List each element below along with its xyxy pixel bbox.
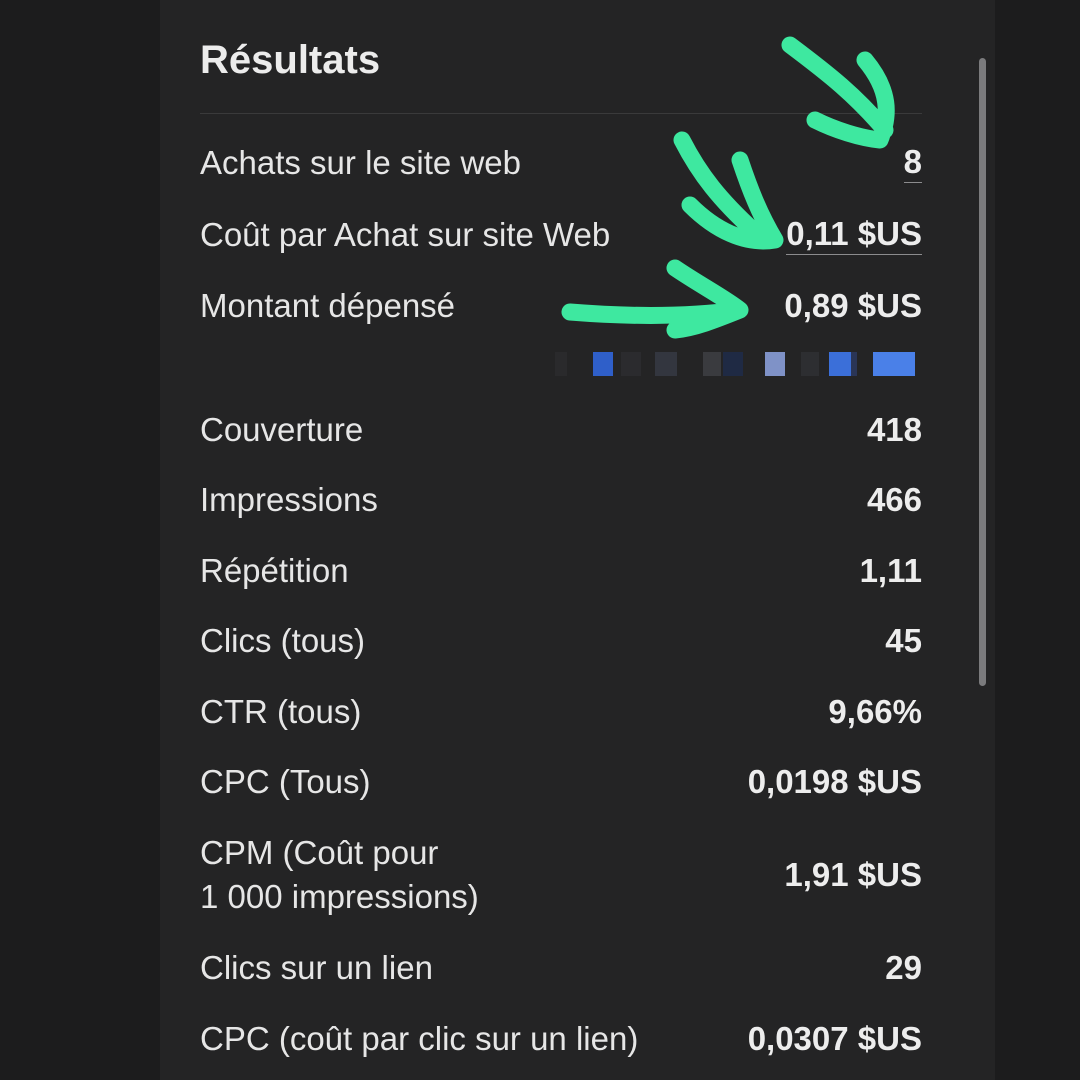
metric-value: 45	[885, 622, 922, 659]
metric-row-ctr: CTR (tous) 9,66%	[200, 690, 922, 734]
metric-row-cpc-all: CPC (Tous) 0,0198 $US	[200, 760, 922, 804]
metric-row-cpc-link: CPC (coût par clic sur un lien) 0,0307 $…	[200, 1017, 922, 1061]
metric-label: Répétition	[200, 552, 349, 589]
metric-value: 418	[866, 411, 922, 448]
metric-row-cpm: CPM (Coût pour 1 000 impressions) 1,91 $…	[200, 831, 922, 919]
metric-row-link-clicks: Clics sur un lien 29	[200, 946, 922, 990]
metric-value: 0,0307 $US	[747, 1020, 922, 1057]
metric-value[interactable]: 8	[903, 143, 922, 183]
metric-label: Montant dépensé	[200, 287, 456, 324]
metric-label: Impressions	[200, 481, 378, 518]
metric-value: 1,91 $US	[784, 856, 922, 893]
scrollbar[interactable]	[979, 58, 986, 686]
metric-row-amount-spent: Montant dépensé 0,89 $US	[200, 284, 922, 328]
metric-label: CTR (tous)	[200, 693, 362, 730]
metric-label: Couverture	[200, 411, 364, 448]
metric-value: 0,89 $US	[784, 287, 922, 324]
metric-value: 29	[885, 949, 922, 986]
title-divider	[200, 113, 922, 114]
metric-value: 1,11	[859, 552, 922, 589]
metric-value: 9,66%	[828, 693, 922, 730]
metric-label: Coût par Achat sur site Web	[200, 216, 611, 253]
metric-label: CPM (Coût pour 1 000 impressions)	[200, 831, 479, 919]
metric-label: CPC (coût par clic sur un lien)	[200, 1020, 639, 1057]
metric-value[interactable]: 0,11 $US	[786, 215, 922, 255]
metric-row-impressions: Impressions 466	[200, 478, 922, 522]
page-title: Résultats	[200, 38, 381, 82]
metric-label: Clics (tous)	[200, 622, 366, 659]
metric-label: Clics sur un lien	[200, 949, 433, 986]
metric-label-line-2: 1 000 impressions)	[200, 878, 479, 915]
metric-row-cost-per-purchase: Coût par Achat sur site Web 0,11 $US	[200, 213, 922, 257]
metric-value: 466	[866, 481, 922, 518]
metric-label: Achats sur le site web	[200, 144, 521, 181]
pixelated-redaction	[555, 352, 920, 376]
metric-label-line-1: CPM (Coût pour	[200, 834, 439, 871]
metric-row-frequency: Répétition 1,11	[200, 549, 922, 593]
metric-value: 0,0198 $US	[747, 763, 922, 800]
metric-label: CPC (Tous)	[200, 763, 371, 800]
metric-row-reach: Couverture 418	[200, 408, 922, 452]
metric-row-website-purchases: Achats sur le site web 8	[200, 141, 922, 185]
metric-row-clicks-all: Clics (tous) 45	[200, 619, 922, 663]
